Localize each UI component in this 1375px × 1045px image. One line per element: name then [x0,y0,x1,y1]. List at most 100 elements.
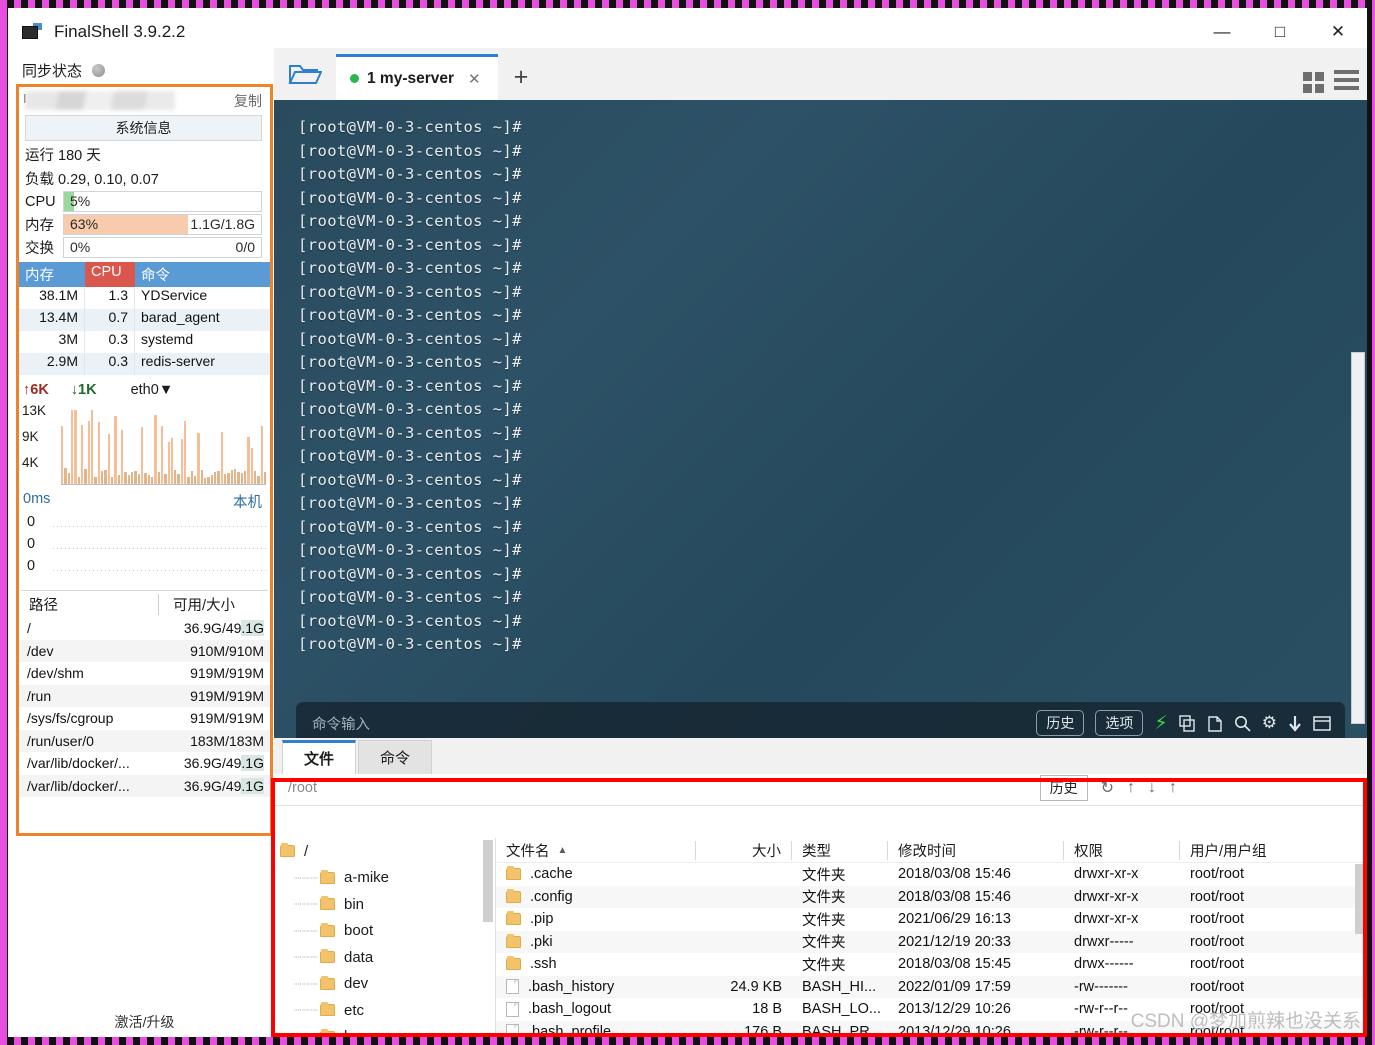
process-row[interactable]: 2.9M 0.3 redis-server [19,353,270,375]
tree-item[interactable]: ┈┈┈ a-mike [274,865,495,892]
disk-row[interactable]: / 36.9G/49.1G [19,617,270,640]
file-list-row[interactable]: .pip 文件夹 2021/06/29 16:13 drwxr-xr-x root/ro… [496,908,1367,931]
file-path-row: /root 历史 ↻ ↑ ↓ ↑ [274,774,1367,806]
disk-row[interactable]: /sys/fs/cgroup 919M/919M [19,707,270,730]
latency-host-label[interactable]: 本机 [233,491,262,512]
process-col-memory[interactable]: 内存 [19,262,85,287]
terminal-output-panel[interactable]: [root@VM-0-3-centos ~]# [root@VM-0-3-cent… [274,100,1367,762]
disk-path: /run [27,687,52,704]
sidebar-annotation-box: I 复制 系统信息 运行 180 天 负载 0.29, 0.10, 0.07 C… [16,84,273,836]
terminal-prompt-line: [root@VM-0-3-centos ~]# [298,282,522,301]
disk-col-size[interactable]: 可用/大小 [159,594,270,615]
file-col-type[interactable]: 类型 [792,840,888,860]
process-col-cpu[interactable]: CPU [85,262,135,287]
disk-path: /dev [27,642,54,659]
activate-upgrade-link[interactable]: 激活/升级 [16,1008,273,1036]
network-bar [234,468,237,484]
csdn-watermark: CSDN @梦加煎辣也没关系 [1130,1011,1361,1032]
file-col-mtime[interactable]: 修改时间 [888,840,1064,860]
open-folder-icon[interactable] [274,48,336,100]
file-owner-cell: root/root [1190,888,1244,905]
file-name-cell: .config [496,889,696,905]
tree-item[interactable]: ┈┈┈ dev [274,971,495,998]
main-area: 1 my-server ✕ + [root@VM-0-3-centos ~]#[… [274,48,1367,1037]
file-list-scrollbar[interactable] [1355,864,1366,934]
file-owner-cell: root/root [1190,911,1244,928]
command-input-placeholder[interactable]: 命令输入 [312,713,370,734]
file-list-row[interactable]: .bash_history 24.9 KB BASH_HI... 2022/01/09… [496,975,1367,998]
upload-alt-icon[interactable]: ↑ [1169,779,1177,797]
tree-item[interactable]: ┈┈┈ home [274,1024,495,1037]
tab-files[interactable]: 文件 [282,740,356,774]
sync-status-indicator-icon[interactable] [92,63,106,77]
terminal-scrollbar[interactable] [1351,352,1365,724]
grid-view-icon[interactable] [1303,71,1324,93]
file-history-button[interactable]: 历史 [1039,775,1088,801]
copy-ip-button[interactable]: 复制 [234,91,262,111]
folder-icon [280,843,295,858]
tree-item[interactable]: ┈┈┈ boot [274,918,495,945]
process-row[interactable]: 38.1M 1.3 YDService [19,287,270,309]
file-mtime-cell: 2013/12/29 10:26 [898,1001,1011,1018]
disk-row[interactable]: /run/user/0 183M/183M [19,729,270,752]
command-history-button[interactable]: 历史 [1036,710,1085,736]
refresh-icon[interactable]: ↻ [1101,778,1114,798]
page-root: FinalShell 3.9.2.2 — □ ✕ 同步状态 I 复制 系统信息 … [0,0,1375,1045]
folder-icon [320,869,335,884]
disk-row[interactable]: /var/lib/docker/... 36.9G/49.1G [19,774,270,797]
command-options-button[interactable]: 选项 [1095,710,1144,736]
tab-close-icon[interactable]: ✕ [468,70,481,88]
file-list-row[interactable]: .cache 文件夹 2018/03/08 15:46 drwxr-xr-x root/… [496,863,1367,886]
tab-commands[interactable]: 命令 [358,740,432,774]
disk-row[interactable]: /var/lib/docker/... 36.9G/49.1G [19,752,270,775]
terminal-prompt-line: [root@VM-0-3-centos ~]# [298,212,522,230]
disk-col-path[interactable]: 路径 [19,593,159,615]
network-bar [250,448,254,484]
file-mtime-cell: 2021/06/29 16:13 [898,911,1011,928]
terminal-prompt-line: [root@VM-0-3-centos ~]# [298,376,522,395]
file-col-owner[interactable]: 用户/用户组 [1180,841,1320,860]
lightning-icon[interactable]: ⚡ [1154,712,1167,735]
tree-scrollbar[interactable] [483,840,493,922]
file-permissions-cell: drwxr-xr-x [1074,911,1139,928]
download-icon[interactable]: ↓ [1148,779,1156,797]
disk-row[interactable]: /dev 910M/910M [19,639,270,662]
new-tab-button[interactable]: + [498,54,544,100]
process-row[interactable]: 13.4M 0.7 barad_agent [19,309,270,331]
file-col-size[interactable]: 大小 [696,840,792,860]
tree-item-label: boot [344,922,374,940]
file-list-row[interactable]: .pki 文件夹 2021/12/19 20:33 drwxr----- root/ro… [496,930,1367,953]
file-col-name[interactable]: 文件名 ▲ [496,840,696,860]
hamburger-menu-icon[interactable] [1334,70,1359,94]
search-icon[interactable] [1234,715,1251,732]
network-interface-selector[interactable]: eth0▼ [131,382,174,398]
process-row[interactable]: 3M 0.3 systemd [19,331,270,353]
tree-item-root[interactable]: / [274,838,495,865]
copy-icon[interactable] [1179,714,1196,732]
gear-icon[interactable]: ⚙ [1262,713,1277,733]
disk-row[interactable]: /dev/shm 919M/919M [19,662,270,685]
folder-icon [320,949,335,964]
file-col-permissions[interactable]: 权限 [1064,840,1180,860]
network-bar [127,475,130,484]
download-icon[interactable] [1288,715,1302,732]
disk-row[interactable]: /run 919M/919M [19,684,270,707]
tree-item[interactable]: ┈┈┈ data [274,944,495,971]
paste-icon[interactable] [1207,715,1223,732]
file-list-row[interactable]: .ssh 文件夹 2018/03/08 15:45 drwx------ root/ro… [496,953,1367,976]
system-info-button[interactable]: 系统信息 [25,115,262,141]
memory-gauge-value: 1.1G/1.8G [190,216,255,232]
file-list-row[interactable]: .config 文件夹 2018/03/08 15:46 drwxr-xr-x root… [496,885,1367,908]
upload-icon[interactable]: ↑ [1127,779,1135,797]
latency-gridline-0 [53,526,266,527]
file-name-cell: .bash_logout [496,1001,696,1017]
memory-gauge-percent: 63% [70,216,99,232]
current-path-text[interactable]: /root [288,780,317,796]
file-type-cell: 文件夹 [802,890,846,907]
process-col-command[interactable]: 命令 [135,262,270,287]
terminal-tab-my-server[interactable]: 1 my-server ✕ [336,54,498,100]
directory-tree[interactable]: / ┈┈┈ a-mike ┈┈┈ bin ┈┈┈ boot ┈┈┈ data ┈┈┈ dev ┈┈┈ e… [274,838,496,1037]
terminal-window-icon[interactable] [1313,715,1331,731]
tree-item[interactable]: ┈┈┈ etc [274,997,495,1024]
tree-item[interactable]: ┈┈┈ bin [274,891,495,918]
